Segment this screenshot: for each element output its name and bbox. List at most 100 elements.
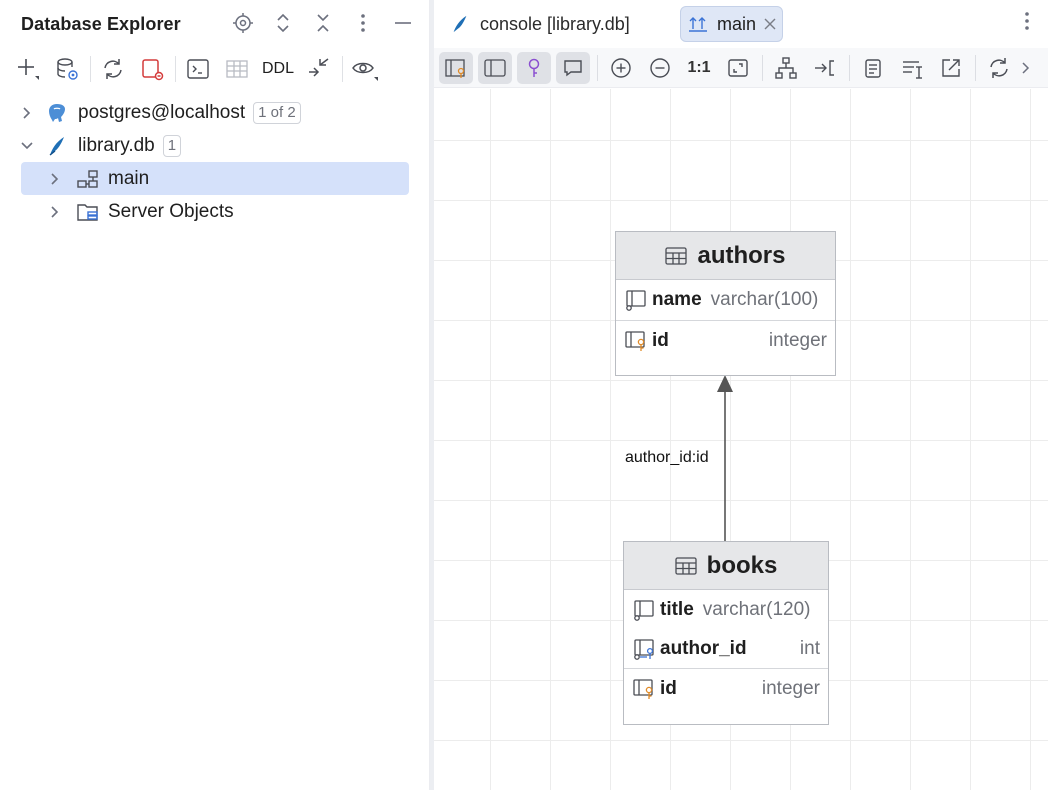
- diagram-editor: console [library.db] main 1:1 author_id:…: [434, 0, 1048, 790]
- primary-key-icon: [633, 678, 653, 699]
- table-icon: [675, 556, 697, 575]
- tab-label: console [library.db]: [480, 13, 630, 34]
- column-name: id: [652, 329, 669, 351]
- tree-item-label: main: [108, 167, 150, 189]
- entity-authors[interactable]: authors name varchar(100) id integer: [615, 231, 836, 376]
- more-options-icon[interactable]: [1024, 10, 1030, 37]
- column-name: author_id: [660, 637, 747, 659]
- table-view-icon[interactable]: [219, 52, 255, 86]
- column-row[interactable]: id integer: [616, 320, 835, 360]
- column-name: id: [660, 677, 677, 699]
- show-key-icon[interactable]: [517, 51, 551, 84]
- entity-books[interactable]: books title varchar(120) author_id int i…: [623, 541, 829, 725]
- close-icon[interactable]: [764, 18, 776, 30]
- column-row[interactable]: name varchar(100): [616, 280, 835, 320]
- refresh-icon[interactable]: [95, 52, 131, 86]
- sqlite-icon: [450, 14, 470, 34]
- refresh-icon[interactable]: [982, 52, 1016, 84]
- column-name: title: [660, 598, 694, 620]
- tree-item-server-objects[interactable]: Server Objects: [0, 195, 430, 228]
- column-row[interactable]: id integer: [624, 668, 828, 708]
- toolbar-separator: [762, 54, 763, 81]
- schema-icon: [76, 168, 100, 190]
- column-type: integer: [761, 677, 820, 699]
- database-explorer-panel: Database Explorer DDL postgres@localhost…: [0, 0, 430, 790]
- actual-size-label: 1:1: [687, 58, 711, 76]
- diagram-canvas[interactable]: author_id:id authors name varchar(100) i…: [434, 89, 1048, 790]
- explorer-title: Database Explorer: [21, 14, 181, 34]
- entity-header: books: [624, 542, 828, 590]
- chevron-down-icon[interactable]: [18, 137, 36, 155]
- explorer-header: Database Explorer: [0, 0, 430, 48]
- postgresql-icon: [46, 102, 70, 124]
- collapse-all-icon[interactable]: [310, 10, 336, 36]
- column-row[interactable]: author_id int: [624, 629, 828, 668]
- schema-count-badge: 1: [162, 134, 182, 157]
- primary-key-icon: [625, 330, 645, 351]
- ddl-button[interactable]: DDL: [258, 52, 298, 86]
- diagram-toolbar: 1:1: [434, 48, 1048, 88]
- add-icon[interactable]: [10, 52, 46, 86]
- relationship-label: author_id:id: [625, 449, 709, 466]
- actual-size-button[interactable]: 1:1: [682, 52, 716, 84]
- toolbar-separator: [975, 54, 976, 81]
- tab-console[interactable]: console [library.db]: [450, 6, 630, 42]
- export-icon[interactable]: [808, 52, 842, 84]
- server-objects-folder-icon: [76, 201, 100, 223]
- sqlite-icon: [46, 135, 70, 157]
- jump-to-source-icon[interactable]: [301, 52, 337, 86]
- entity-header: authors: [616, 232, 835, 280]
- column-icon: [626, 290, 646, 311]
- tree-item-label: library.db: [78, 134, 155, 156]
- chevron-right-icon[interactable]: [46, 203, 64, 221]
- foreign-key-icon: [634, 638, 654, 660]
- entity-name: books: [706, 551, 778, 579]
- zoom-out-icon[interactable]: [643, 52, 677, 84]
- column-type: integer: [768, 329, 827, 351]
- data-source-properties-icon[interactable]: [49, 52, 85, 86]
- tree-item-postgres[interactable]: postgres@localhost 1 of 2: [0, 96, 430, 129]
- explorer-header-actions: [230, 10, 416, 36]
- column-type: int: [799, 637, 820, 659]
- toolbar-separator: [597, 54, 598, 81]
- connection-count-badge: 1 of 2: [253, 101, 301, 124]
- tab-label: main: [717, 13, 757, 34]
- column-row[interactable]: title varchar(120): [624, 590, 828, 629]
- explorer-toolbar: DDL: [10, 50, 420, 88]
- show-keys-icon[interactable]: [439, 51, 473, 84]
- tree-item-library-db[interactable]: library.db 1: [0, 129, 430, 162]
- chevron-right-icon[interactable]: [1021, 60, 1033, 76]
- table-icon: [665, 246, 688, 265]
- editor-tabs: console [library.db] main: [434, 0, 1048, 48]
- show-comments-icon[interactable]: [556, 51, 590, 84]
- expand-all-icon[interactable]: [270, 10, 296, 36]
- column-type: varchar(100): [710, 289, 819, 310]
- toolbar-separator: [849, 54, 850, 81]
- chevron-right-icon[interactable]: [46, 170, 64, 188]
- tab-main[interactable]: main: [680, 6, 784, 42]
- show-columns-icon[interactable]: [478, 51, 512, 84]
- diagram-icon: [687, 14, 709, 34]
- explorer-tree: postgres@localhost 1 of 2 library.db 1 m…: [0, 96, 430, 228]
- fit-content-icon[interactable]: [721, 52, 755, 84]
- text-format-icon[interactable]: [895, 52, 929, 84]
- disconnect-icon[interactable]: [134, 52, 170, 86]
- toolbar-separator: [342, 56, 343, 82]
- column-name: name: [652, 289, 702, 310]
- view-options-icon[interactable]: [347, 52, 383, 86]
- column-icon: [634, 599, 654, 621]
- open-external-icon[interactable]: [934, 52, 968, 84]
- minimize-icon[interactable]: [390, 10, 416, 36]
- console-icon[interactable]: [180, 52, 216, 86]
- chevron-right-icon[interactable]: [18, 104, 36, 122]
- toolbar-separator: [175, 56, 176, 82]
- toolbar-separator: [90, 56, 91, 82]
- tree-item-label: postgres@localhost: [78, 101, 246, 123]
- locate-icon[interactable]: [230, 10, 256, 36]
- zoom-in-icon[interactable]: [604, 52, 638, 84]
- tree-item-main[interactable]: main: [21, 162, 409, 195]
- copy-icon[interactable]: [856, 52, 890, 84]
- tree-item-label: Server Objects: [108, 200, 234, 222]
- more-options-icon[interactable]: [350, 10, 376, 36]
- layout-icon[interactable]: [769, 52, 803, 84]
